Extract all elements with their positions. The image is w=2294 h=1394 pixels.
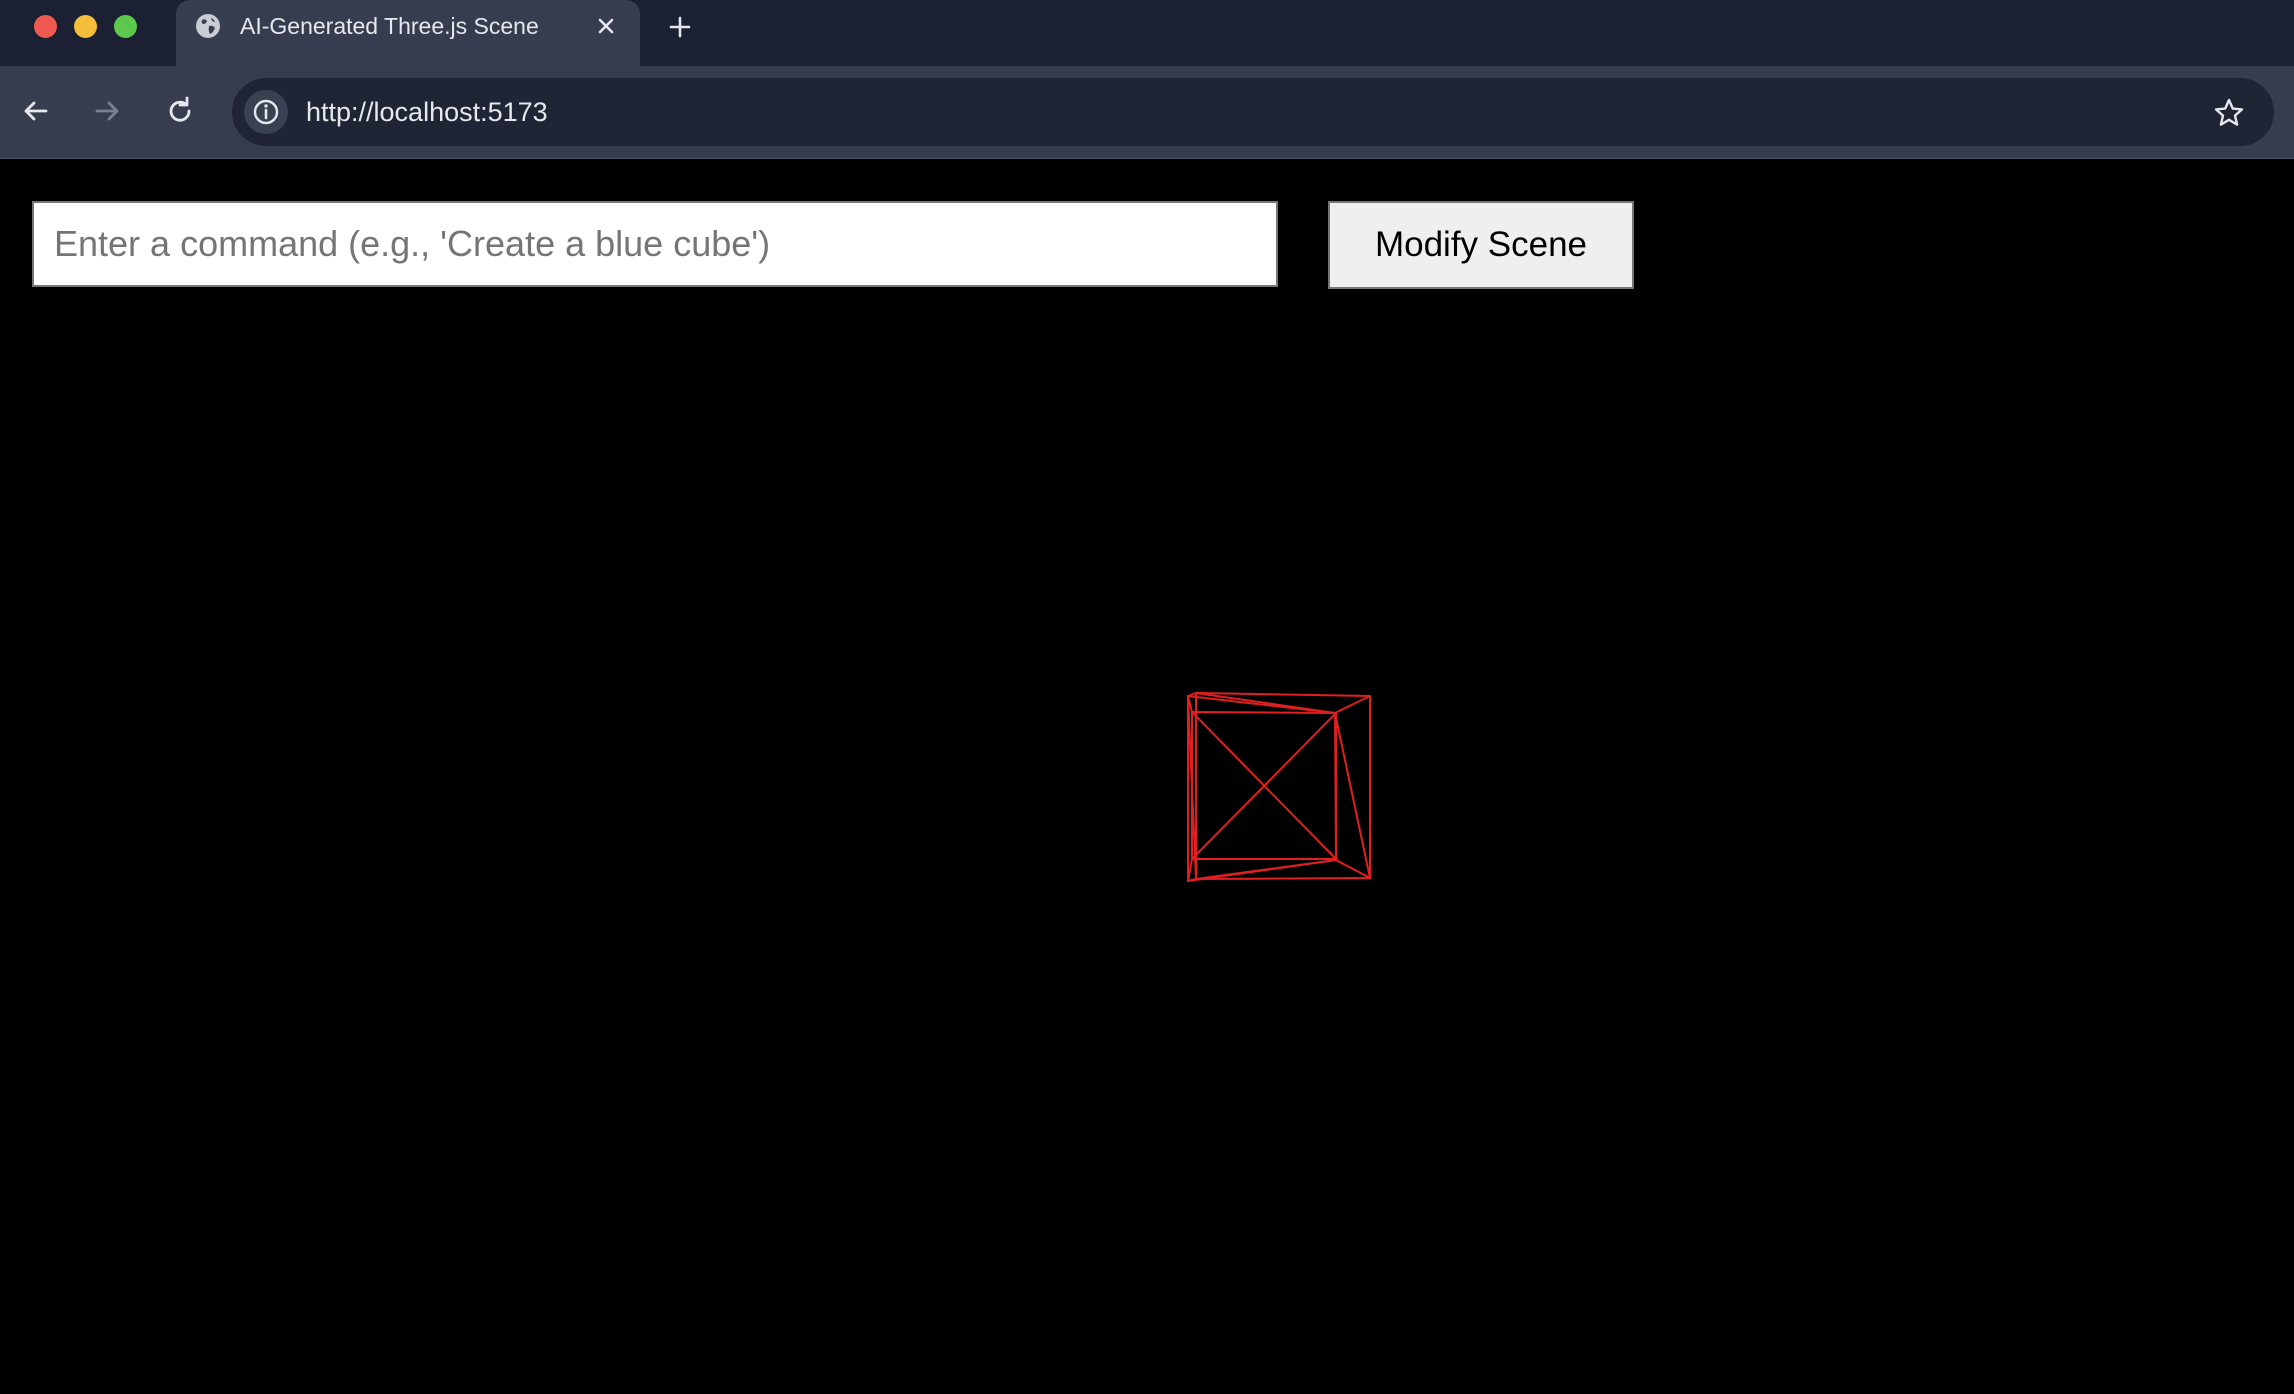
info-icon xyxy=(253,99,279,125)
tab-strip: AI-Generated Three.js Scene xyxy=(0,0,2294,66)
threejs-canvas[interactable] xyxy=(0,159,2294,1394)
browser-window: AI-Generated Three.js Scene http://local… xyxy=(0,0,2294,1394)
wireframe-cube xyxy=(1187,691,1371,883)
tab-title: AI-Generated Three.js Scene xyxy=(240,13,539,39)
url-text: http://localhost:5173 xyxy=(306,97,548,127)
reload-icon[interactable] xyxy=(163,94,197,128)
browser-toolbar: http://localhost:5173 xyxy=(0,66,2294,159)
maximize-window-button[interactable] xyxy=(114,15,137,38)
page-content: Modify Scene xyxy=(0,159,2294,1394)
globe-icon xyxy=(196,14,220,38)
modify-scene-button[interactable]: Modify Scene xyxy=(1328,201,1634,289)
command-input[interactable] xyxy=(32,201,1278,287)
back-icon[interactable] xyxy=(19,94,53,128)
site-info-button[interactable] xyxy=(244,90,288,134)
star-icon[interactable] xyxy=(2212,96,2246,130)
minimize-window-button[interactable] xyxy=(74,15,97,38)
cube-edges xyxy=(1187,692,1371,882)
cube-back-face xyxy=(1195,691,1371,881)
tab-active[interactable]: AI-Generated Three.js Scene xyxy=(176,0,640,66)
cube-diagonals xyxy=(1187,695,1371,880)
close-icon[interactable] xyxy=(592,12,620,40)
forward-icon[interactable] xyxy=(90,94,124,128)
plus-icon[interactable] xyxy=(665,12,695,42)
address-bar[interactable]: http://localhost:5173 xyxy=(232,78,2274,146)
close-window-button[interactable] xyxy=(34,15,57,38)
